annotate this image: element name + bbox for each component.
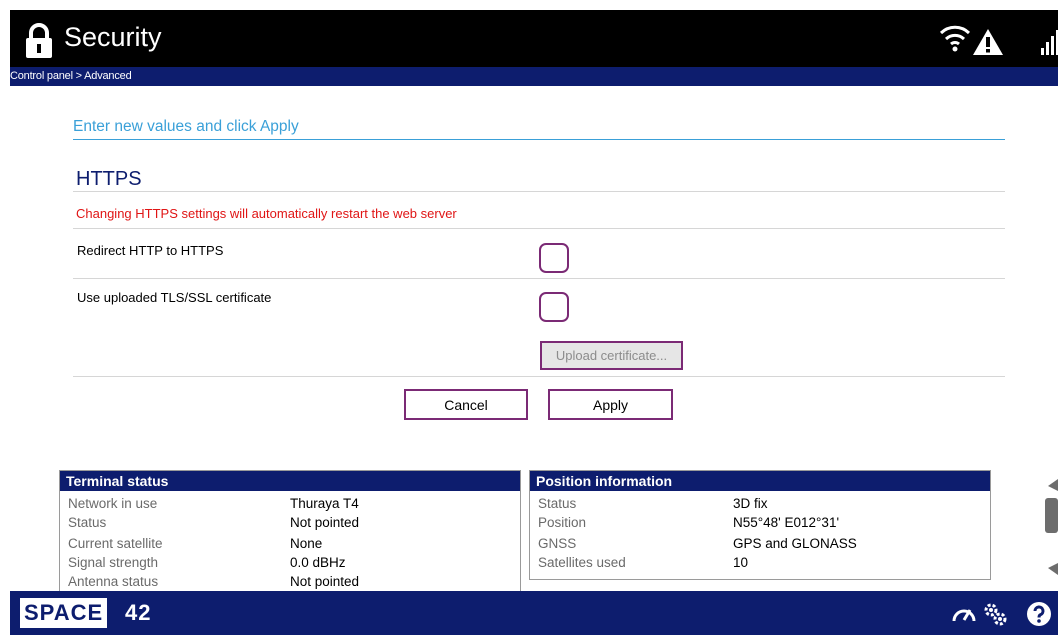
settings-icon[interactable] — [982, 601, 1008, 627]
wifi-icon[interactable] — [938, 23, 972, 53]
logo-number: 42 — [125, 600, 152, 625]
status-key: Network in use — [68, 496, 158, 511]
instruction-text: Enter new values and click Apply — [73, 118, 299, 135]
help-icon[interactable] — [1026, 601, 1052, 627]
status-value: Not pointed — [290, 574, 360, 589]
divider — [73, 191, 1005, 192]
section-title: HTTPS — [76, 168, 142, 190]
app-frame: Security Control panel > Advanced Enter … — [0, 0, 1058, 635]
dashboard-icon[interactable] — [951, 601, 977, 627]
redirect-https-checkbox[interactable] — [539, 243, 569, 273]
status-value: Not pointed — [290, 515, 360, 530]
status-value: None — [290, 536, 323, 551]
lock-icon — [26, 23, 52, 58]
signal-icon[interactable] — [1040, 28, 1058, 56]
redirect-https-label: Redirect HTTP to HTTPS — [77, 243, 224, 258]
use-certificate-checkbox[interactable] — [539, 292, 569, 322]
breadcrumb[interactable]: Control panel > Advanced — [10, 70, 132, 82]
position-key: Position — [538, 515, 587, 530]
scroll-down-arrow[interactable] — [1046, 562, 1058, 578]
scroll-up-arrow[interactable] — [1046, 476, 1058, 492]
panel-title: Position information — [530, 471, 990, 491]
status-value: 0.0 dBHz — [290, 555, 346, 570]
logo: SPACE — [20, 598, 108, 628]
position-value: N55°48' E012°31' — [733, 515, 840, 530]
scrollbar-thumb[interactable] — [1045, 498, 1058, 533]
header-bar: Security — [10, 10, 1058, 67]
position-value: 3D fix — [733, 496, 768, 511]
divider — [73, 228, 1005, 229]
apply-button[interactable]: Apply — [548, 389, 673, 420]
terminal-status-panel: Terminal status Network in use Thuraya T… — [59, 470, 521, 595]
use-certificate-label: Use uploaded TLS/SSL certificate — [77, 290, 272, 305]
status-key: Current satellite — [68, 536, 163, 551]
divider — [73, 376, 1005, 377]
panel-title: Terminal status — [60, 471, 520, 491]
breadcrumb-bar: Control panel > Advanced — [10, 67, 1058, 86]
position-key: GNSS — [538, 536, 577, 551]
position-key: Satellites used — [538, 555, 626, 570]
position-info-panel: Position information Status 3D fix Posit… — [529, 470, 991, 580]
cancel-button[interactable]: Cancel — [404, 389, 528, 420]
page-title: Security — [64, 22, 162, 52]
warning-icon[interactable] — [972, 28, 1004, 56]
status-value: Thuraya T4 — [290, 496, 359, 511]
position-value: 10 — [733, 555, 749, 570]
position-key: Status — [538, 496, 577, 511]
status-key: Status — [68, 515, 107, 530]
status-key: Antenna status — [68, 574, 159, 589]
divider — [73, 139, 1005, 140]
footer-bar: SPACE 42 — [10, 591, 1058, 635]
divider — [73, 278, 1005, 279]
status-key: Signal strength — [68, 555, 159, 570]
position-value: GPS and GLONASS — [733, 536, 857, 551]
upload-certificate-button[interactable]: Upload certificate... — [540, 341, 683, 370]
restart-warning: Changing HTTPS settings will automatical… — [76, 206, 457, 221]
